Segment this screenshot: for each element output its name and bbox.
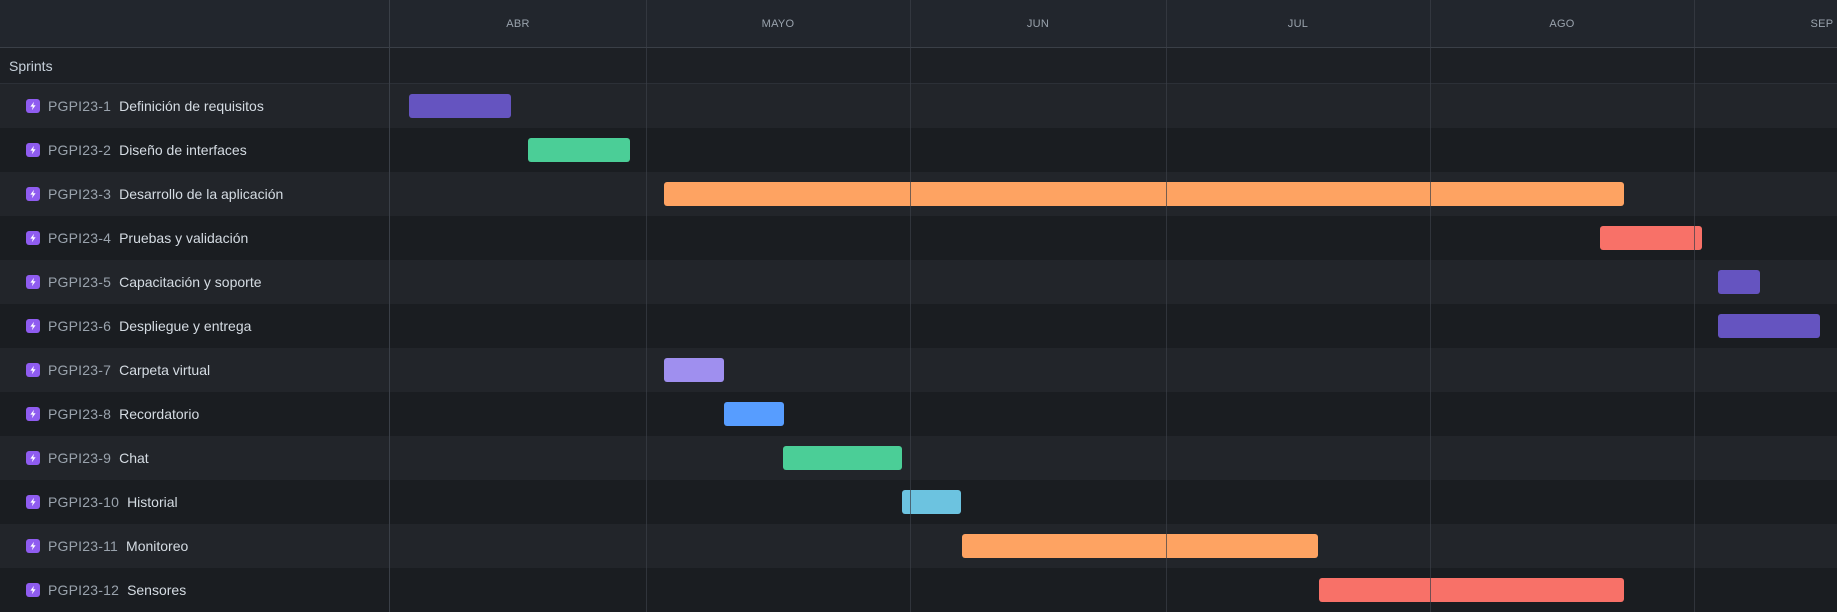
lightning-icon: [26, 495, 40, 509]
schedule-bar[interactable]: [664, 182, 1624, 206]
month-divider: [1694, 0, 1695, 612]
timeline-row: [390, 84, 1837, 128]
schedule-bar[interactable]: [783, 446, 902, 470]
timeline-row: [390, 128, 1837, 172]
task-key[interactable]: PGPI23-8: [48, 406, 111, 422]
task-key[interactable]: PGPI23-4: [48, 230, 111, 246]
timeline-view: Sprints PGPI23-1 Definición de requisitos…: [0, 0, 1837, 612]
task-row[interactable]: PGPI23-3 Desarrollo de la aplicación: [0, 172, 389, 216]
month-divider: [1166, 0, 1167, 612]
sprints-lane: [390, 48, 1837, 84]
month-jul: JUL: [1287, 18, 1309, 30]
timeline-row: [390, 436, 1837, 480]
lightning-icon: [26, 275, 40, 289]
task-key[interactable]: PGPI23-5: [48, 274, 111, 290]
task-row[interactable]: PGPI23-2 Diseño de interfaces: [0, 128, 389, 172]
task-key[interactable]: PGPI23-1: [48, 98, 111, 114]
task-title[interactable]: Desarrollo de la aplicación: [119, 186, 283, 202]
task-row[interactable]: PGPI23-12 Sensores: [0, 568, 389, 612]
schedule-bar[interactable]: [664, 358, 724, 382]
task-title[interactable]: Despliegue y entrega: [119, 318, 251, 334]
task-row[interactable]: PGPI23-6 Despliegue y entrega: [0, 304, 389, 348]
lightning-icon: [26, 319, 40, 333]
task-title[interactable]: Capacitación y soporte: [119, 274, 261, 290]
month-abr: ABR: [506, 18, 530, 30]
month-sep: SEP: [1810, 18, 1834, 30]
timeline-row: [390, 392, 1837, 436]
task-key[interactable]: PGPI23-11: [48, 538, 118, 554]
issue-list-panel: Sprints PGPI23-1 Definición de requisitos…: [0, 0, 390, 612]
task-title[interactable]: Carpeta virtual: [119, 362, 210, 378]
task-title[interactable]: Diseño de interfaces: [119, 142, 247, 158]
month-divider: [646, 0, 647, 612]
month-jun: JUN: [1026, 18, 1050, 30]
task-row[interactable]: PGPI23-8 Recordatorio: [0, 392, 389, 436]
task-row[interactable]: PGPI23-10 Historial: [0, 480, 389, 524]
task-list: PGPI23-1 Definición de requisitos PGPI23-2…: [0, 84, 389, 612]
lightning-icon: [26, 407, 40, 421]
lightning-icon: [26, 363, 40, 377]
task-title[interactable]: Sensores: [127, 582, 186, 598]
month-header: ABR MAYO JUN JUL AGO SEP: [390, 0, 1837, 48]
lightning-icon: [26, 99, 40, 113]
timeline-row: [390, 568, 1837, 612]
lightning-icon: [26, 451, 40, 465]
task-title[interactable]: Definición de requisitos: [119, 98, 264, 114]
task-key[interactable]: PGPI23-9: [48, 450, 111, 466]
task-row[interactable]: PGPI23-11 Monitoreo: [0, 524, 389, 568]
lightning-icon: [26, 539, 40, 553]
task-row[interactable]: PGPI23-9 Chat: [0, 436, 389, 480]
timeline-grid: ABR MAYO JUN JUL AGO SEP: [390, 0, 1837, 612]
task-row[interactable]: PGPI23-4 Pruebas y validación: [0, 216, 389, 260]
schedule-bar[interactable]: [1600, 226, 1702, 250]
timeline-row: [390, 304, 1837, 348]
schedule-bar[interactable]: [1319, 578, 1624, 602]
timeline-row: [390, 480, 1837, 524]
task-key[interactable]: PGPI23-7: [48, 362, 111, 378]
lightning-icon: [26, 187, 40, 201]
task-title[interactable]: Recordatorio: [119, 406, 199, 422]
month-mayo: MAYO: [761, 18, 795, 30]
timeline-row: [390, 348, 1837, 392]
month-divider: [1430, 0, 1431, 612]
month-divider: [910, 0, 911, 612]
schedule-bar[interactable]: [962, 534, 1318, 558]
schedule-bar[interactable]: [724, 402, 784, 426]
schedule-bar[interactable]: [1718, 270, 1760, 294]
timeline-row: [390, 216, 1837, 260]
task-key[interactable]: PGPI23-10: [48, 494, 119, 510]
task-row[interactable]: PGPI23-1 Definición de requisitos: [0, 84, 389, 128]
task-key[interactable]: PGPI23-12: [48, 582, 119, 598]
schedule-bar[interactable]: [528, 138, 630, 162]
task-row[interactable]: PGPI23-7 Carpeta virtual: [0, 348, 389, 392]
timeline-row: [390, 260, 1837, 304]
timeline-row: [390, 172, 1837, 216]
task-title[interactable]: Chat: [119, 450, 149, 466]
lightning-icon: [26, 583, 40, 597]
task-title[interactable]: Pruebas y validación: [119, 230, 248, 246]
task-key[interactable]: PGPI23-6: [48, 318, 111, 334]
issue-list-header: [0, 0, 389, 48]
lightning-icon: [26, 231, 40, 245]
month-ago: AGO: [1549, 18, 1575, 30]
schedule-bar[interactable]: [1718, 314, 1820, 338]
task-key[interactable]: PGPI23-2: [48, 142, 111, 158]
sprints-label: Sprints: [9, 57, 53, 74]
task-title[interactable]: Historial: [127, 494, 178, 510]
lightning-icon: [26, 143, 40, 157]
task-key[interactable]: PGPI23-3: [48, 186, 111, 202]
task-title[interactable]: Monitoreo: [126, 538, 188, 554]
timeline-row: [390, 524, 1837, 568]
sprints-section-header[interactable]: Sprints: [0, 48, 389, 84]
task-row[interactable]: PGPI23-5 Capacitación y soporte: [0, 260, 389, 304]
schedule-bar[interactable]: [409, 94, 511, 118]
